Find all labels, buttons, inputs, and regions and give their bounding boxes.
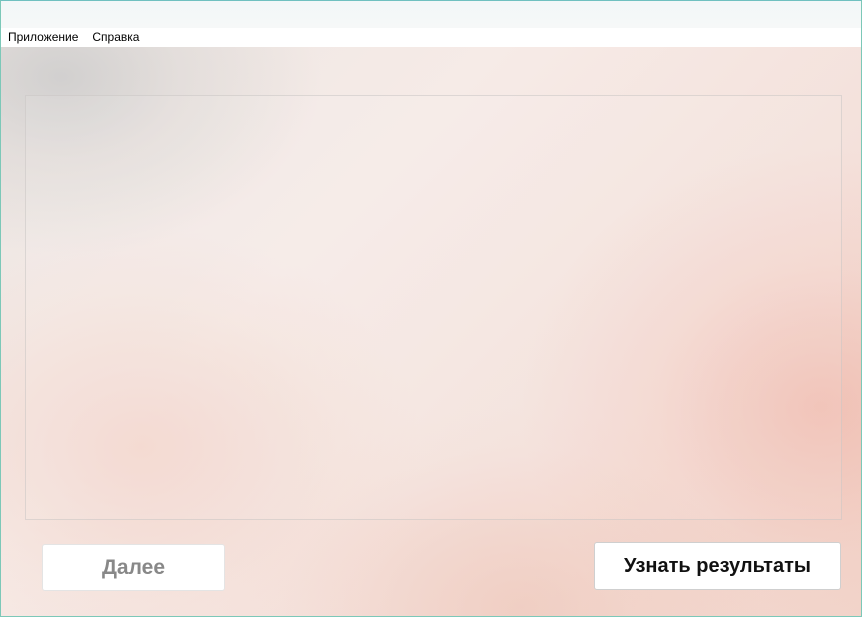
app-window: Приложение Справка Далее Узнать результа…: [0, 0, 862, 617]
menu-bar: Приложение Справка: [1, 28, 861, 47]
show-results-button[interactable]: Узнать результаты: [594, 542, 841, 590]
content-panel: [25, 95, 842, 520]
menu-item-help[interactable]: Справка: [85, 28, 146, 47]
title-bar[interactable]: [1, 1, 861, 28]
main-content: Далее Узнать результаты: [1, 47, 861, 616]
menu-item-application[interactable]: Приложение: [1, 28, 85, 47]
next-button[interactable]: Далее: [42, 544, 225, 591]
